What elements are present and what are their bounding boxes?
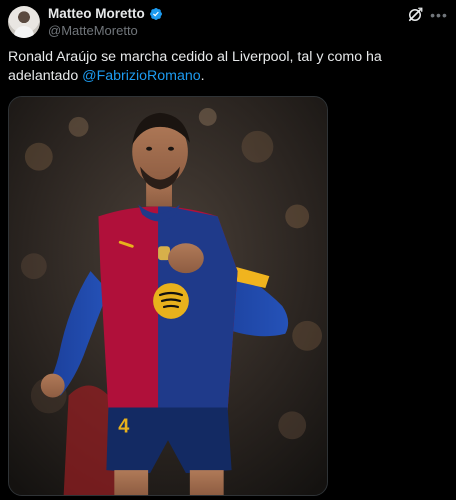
tweet-text: Ronald Araújo se marcha cedido al Liverp… [8,48,448,86]
author-avatar[interactable] [8,6,40,38]
tweet-text-end: . [200,68,205,84]
player-photo-illustration: 4 [9,97,327,495]
author-handle[interactable]: @MatteMoretto [48,23,138,38]
tweet-header: Matteo Moretto @MatteMoretto ••• [8,6,448,40]
more-options-icon[interactable]: ••• [430,6,448,24]
mention-link[interactable]: @FabrizioRomano [82,68,201,84]
shorts-number: 4 [118,415,129,437]
tweet-photo[interactable]: 4 [8,96,328,496]
verified-badge-icon [149,7,162,20]
author-name-row[interactable]: Matteo Moretto [48,6,163,21]
author-display-name[interactable]: Matteo Moretto [48,6,145,21]
grok-icon[interactable] [406,6,424,24]
